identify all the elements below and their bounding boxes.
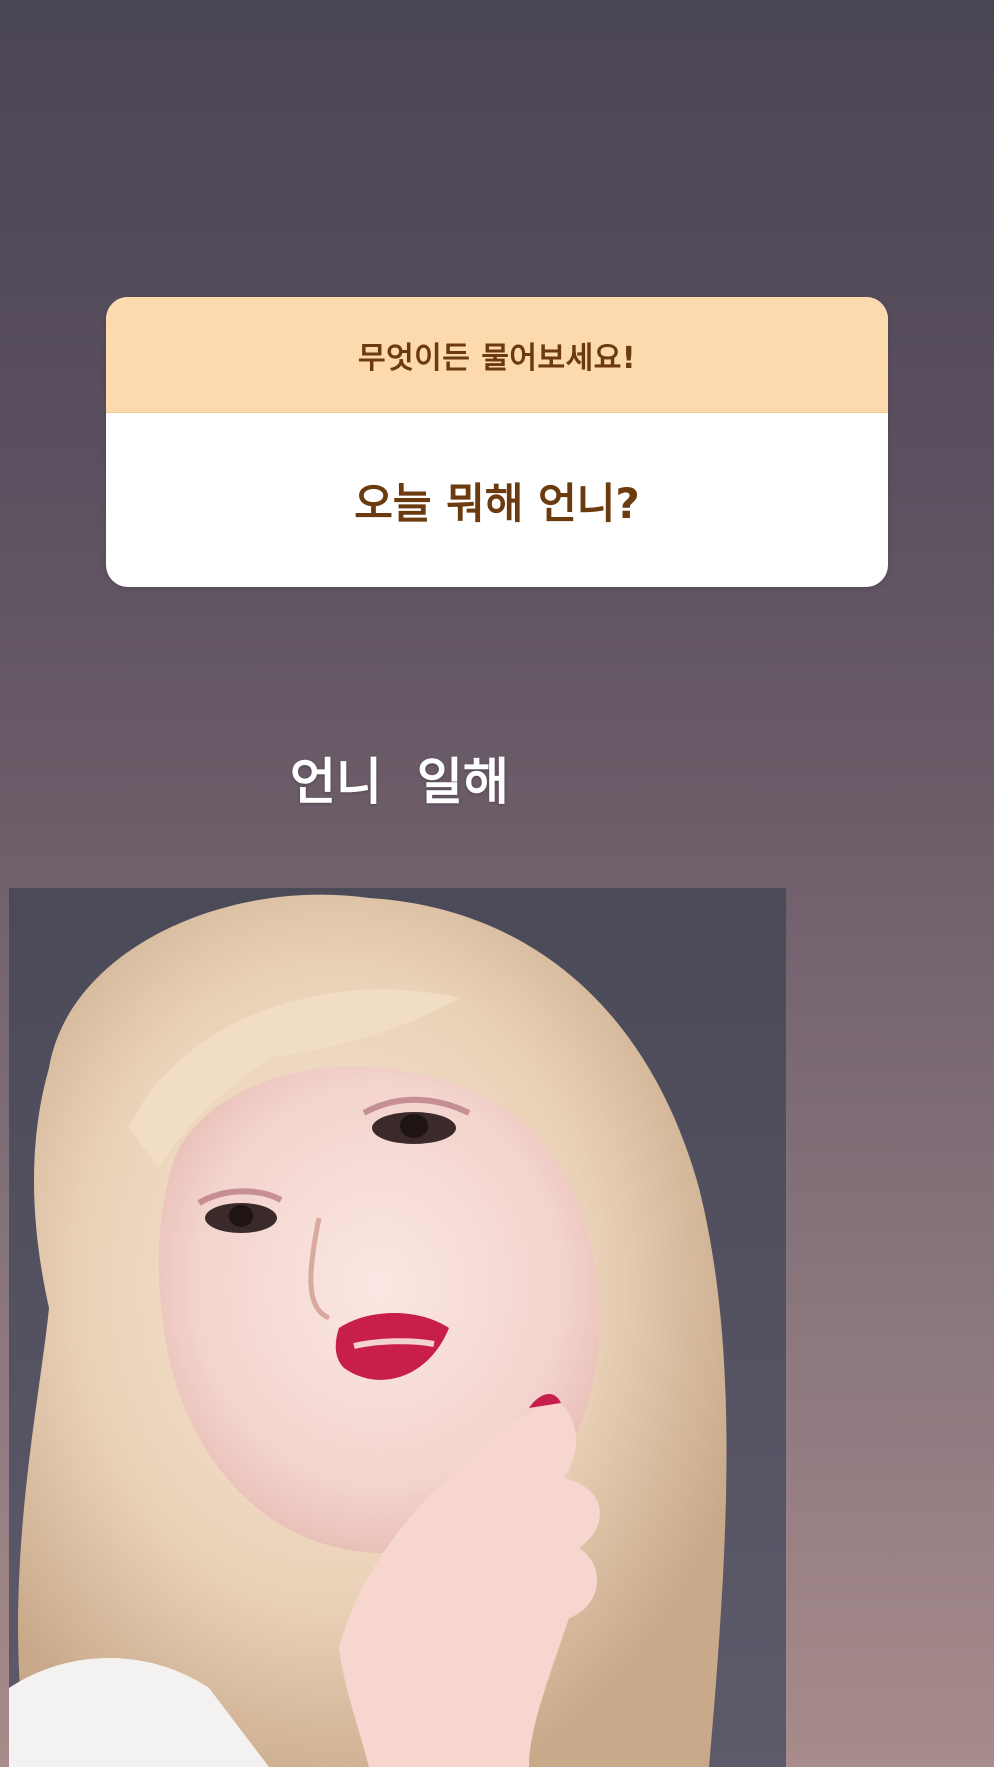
portrait-photo	[9, 888, 786, 1767]
question-sticker-body: 오늘 뭐해 언니?	[106, 413, 888, 587]
story-caption: 언니 일해	[290, 753, 509, 811]
portrait-illustration	[9, 888, 786, 1767]
question-text: 오늘 뭐해 언니?	[354, 478, 640, 528]
question-sticker[interactable]: 무엇이든 물어보세요! 오늘 뭐해 언니?	[106, 297, 888, 587]
question-prompt: 무엇이든 물어보세요!	[357, 340, 637, 376]
question-sticker-header: 무엇이든 물어보세요!	[106, 297, 888, 413]
